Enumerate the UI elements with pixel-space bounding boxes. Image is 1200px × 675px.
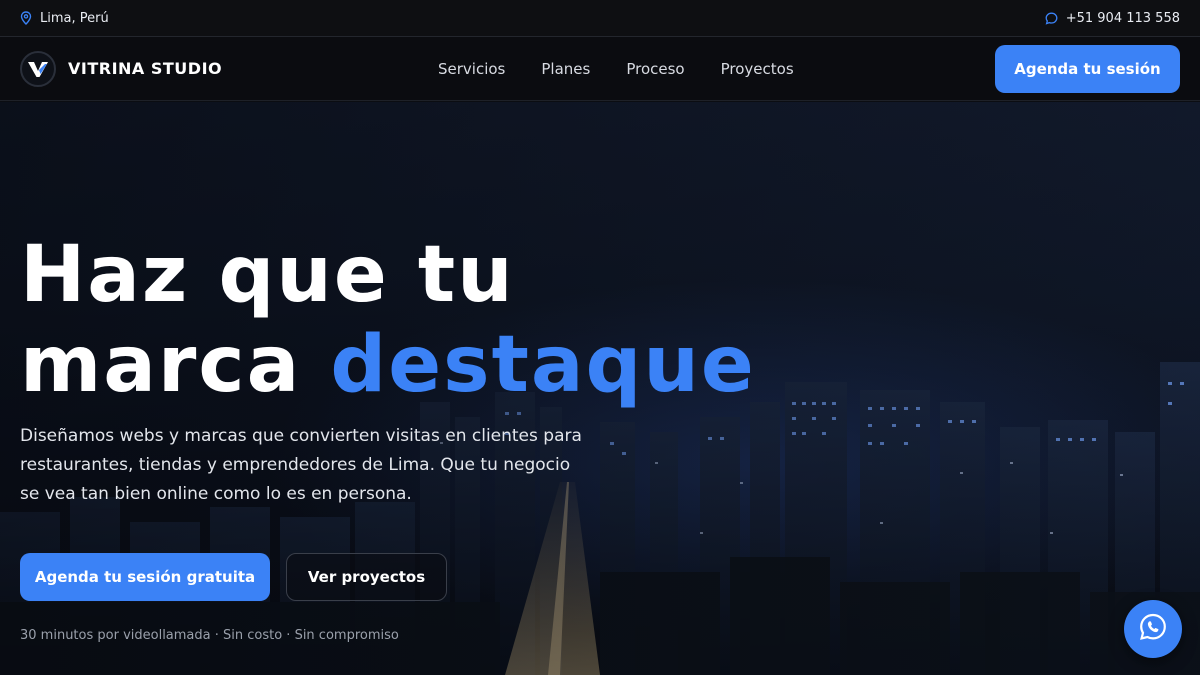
top-info-bar: Lima, Perú +51 904 113 558 xyxy=(0,0,1200,37)
view-projects-button[interactable]: Ver proyectos xyxy=(286,553,447,601)
whatsapp-button[interactable] xyxy=(1124,600,1182,658)
brand-home-link[interactable]: VITRINA STUDIO xyxy=(20,50,223,87)
headline-accent-word: destaque xyxy=(330,320,756,410)
location-info: Lima, Perú xyxy=(20,11,109,26)
hero-headline: Haz que tu marca destaque xyxy=(20,230,1140,410)
nav-item-servicios[interactable]: Servicios xyxy=(438,60,505,78)
nav-item-proceso[interactable]: Proceso xyxy=(626,60,684,78)
nav-cta-button[interactable]: Agenda tu sesión xyxy=(995,45,1180,93)
nav-item-planes[interactable]: Planes xyxy=(541,60,590,78)
vitrina-logo-icon xyxy=(20,50,56,87)
nav-menu: Servicios Planes Proceso Proyectos xyxy=(438,37,794,101)
location-text: Lima, Perú xyxy=(40,10,109,26)
brand-name: VITRINA STUDIO xyxy=(68,59,223,78)
phone-number: +51 904 113 558 xyxy=(1065,10,1180,26)
hero-section: Haz que tu marca destaque Diseñamos webs… xyxy=(0,102,1200,675)
headline-line-2: marca xyxy=(20,320,302,410)
nav-item-proyectos[interactable]: Proyectos xyxy=(721,60,794,78)
hero-description: Diseñamos webs y marcas que convierten v… xyxy=(20,426,582,504)
map-pin-icon xyxy=(20,11,32,25)
book-free-session-button[interactable]: Agenda tu sesión gratuita xyxy=(20,553,270,601)
session-details-note: 30 minutos por videollamada · Sin costo … xyxy=(20,628,399,643)
whatsapp-icon xyxy=(1138,612,1168,646)
chat-bubble-icon xyxy=(1045,12,1058,25)
headline-line-1: Haz que tu xyxy=(20,230,515,320)
phone-link[interactable]: +51 904 113 558 xyxy=(1045,11,1180,26)
main-navigation: VITRINA STUDIO Servicios Planes Proceso … xyxy=(0,37,1200,101)
